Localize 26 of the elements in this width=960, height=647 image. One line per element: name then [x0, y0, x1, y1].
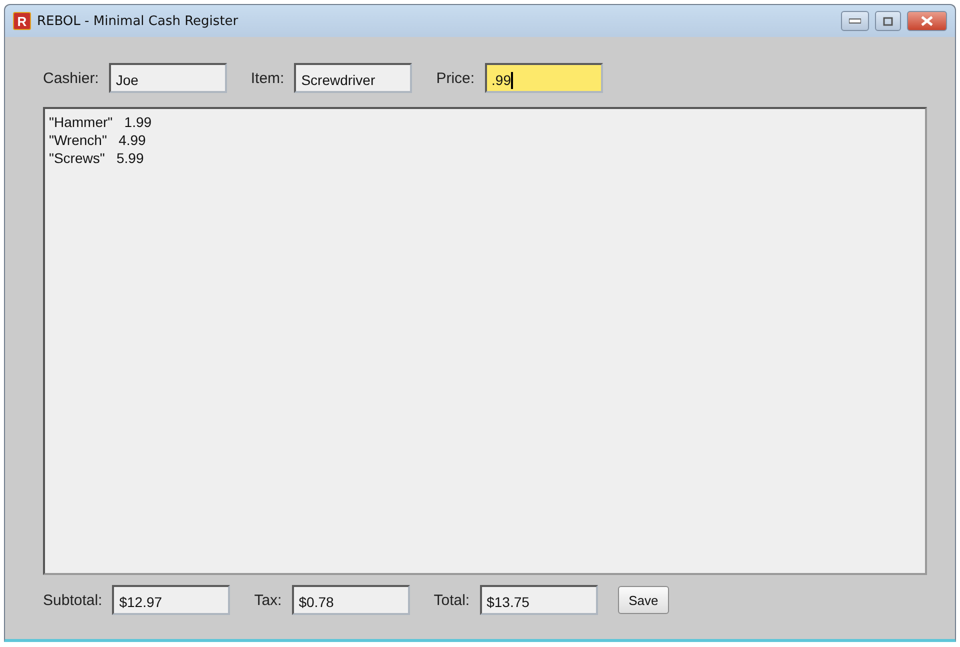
list-line: "Hammer" 1.99	[49, 113, 153, 131]
field-label: Price:	[436, 70, 475, 86]
list-line: "Screws" 5.99	[49, 149, 145, 167]
field-label: Subtotal:	[43, 592, 102, 608]
close-icon	[921, 16, 933, 26]
field-label: Item:	[250, 70, 284, 86]
input-field[interactable]: Screwdriver	[294, 63, 412, 93]
minimize-icon	[849, 18, 861, 24]
list-line: "Wrench" 4.99	[49, 131, 147, 149]
input-field[interactable]: $0.78	[292, 585, 410, 615]
input-field[interactable]: .99	[484, 63, 603, 93]
input-field[interactable]: Joe	[108, 63, 227, 93]
close-button[interactable]	[907, 11, 947, 31]
text-cursor	[511, 72, 514, 88]
field-label: Total:	[434, 592, 470, 608]
maximize-icon	[883, 16, 893, 26]
window-title: REBOL - Minimal Cash Register	[37, 14, 240, 28]
save-button[interactable]: Save	[618, 586, 670, 614]
input-field[interactable]: $12.97	[112, 585, 230, 615]
app-icon: R	[13, 12, 31, 30]
minimize-button[interactable]	[841, 11, 869, 31]
maximize-button[interactable]	[875, 11, 901, 31]
field-label: Cashier:	[43, 70, 99, 86]
item-list[interactable]: "Hammer" 1.99 "Wrench" 4.99 "Screws" 5.99	[43, 107, 927, 575]
input-field[interactable]: $13.75	[480, 585, 598, 615]
field-label: Tax:	[254, 592, 282, 608]
